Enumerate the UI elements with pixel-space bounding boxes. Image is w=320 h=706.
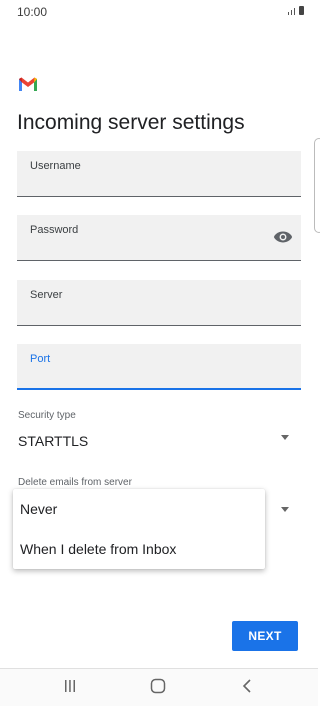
recents-icon[interactable] bbox=[63, 679, 77, 693]
username-field[interactable]: Username bbox=[17, 151, 301, 197]
menu-option-when-delete-from-inbox[interactable]: When I delete from Inbox bbox=[20, 541, 176, 557]
gmail-logo-icon bbox=[19, 77, 37, 91]
menu-option-never[interactable]: Never bbox=[20, 501, 57, 517]
scroll-indicator bbox=[314, 138, 320, 233]
signal-icon bbox=[288, 12, 289, 15]
page-title: Incoming server settings bbox=[17, 111, 245, 134]
port-label: Port bbox=[30, 353, 51, 365]
delete-emails-label: Delete emails from server bbox=[18, 477, 132, 488]
back-icon[interactable] bbox=[241, 678, 253, 694]
status-time: 10:00 bbox=[17, 5, 48, 19]
status-icons bbox=[288, 6, 304, 15]
next-button[interactable]: NEXT bbox=[232, 621, 298, 651]
username-label: Username bbox=[30, 160, 81, 172]
security-chevron-down-icon[interactable] bbox=[281, 435, 289, 440]
server-label: Server bbox=[30, 289, 63, 301]
password-field[interactable]: Password bbox=[17, 215, 301, 261]
battery-icon bbox=[299, 6, 304, 15]
delete-emails-chevron-down-icon[interactable] bbox=[281, 507, 289, 512]
navigation-bar bbox=[0, 669, 318, 706]
delete-emails-menu: Never When I delete from Inbox bbox=[13, 489, 265, 569]
security-type-value[interactable]: STARTTLS bbox=[18, 433, 88, 449]
password-label: Password bbox=[30, 224, 79, 236]
security-type-label: Security type bbox=[18, 410, 76, 421]
home-icon[interactable] bbox=[150, 678, 166, 694]
port-field[interactable]: Port bbox=[17, 344, 301, 390]
eye-icon[interactable] bbox=[273, 230, 293, 244]
server-field[interactable]: Server bbox=[17, 280, 301, 326]
